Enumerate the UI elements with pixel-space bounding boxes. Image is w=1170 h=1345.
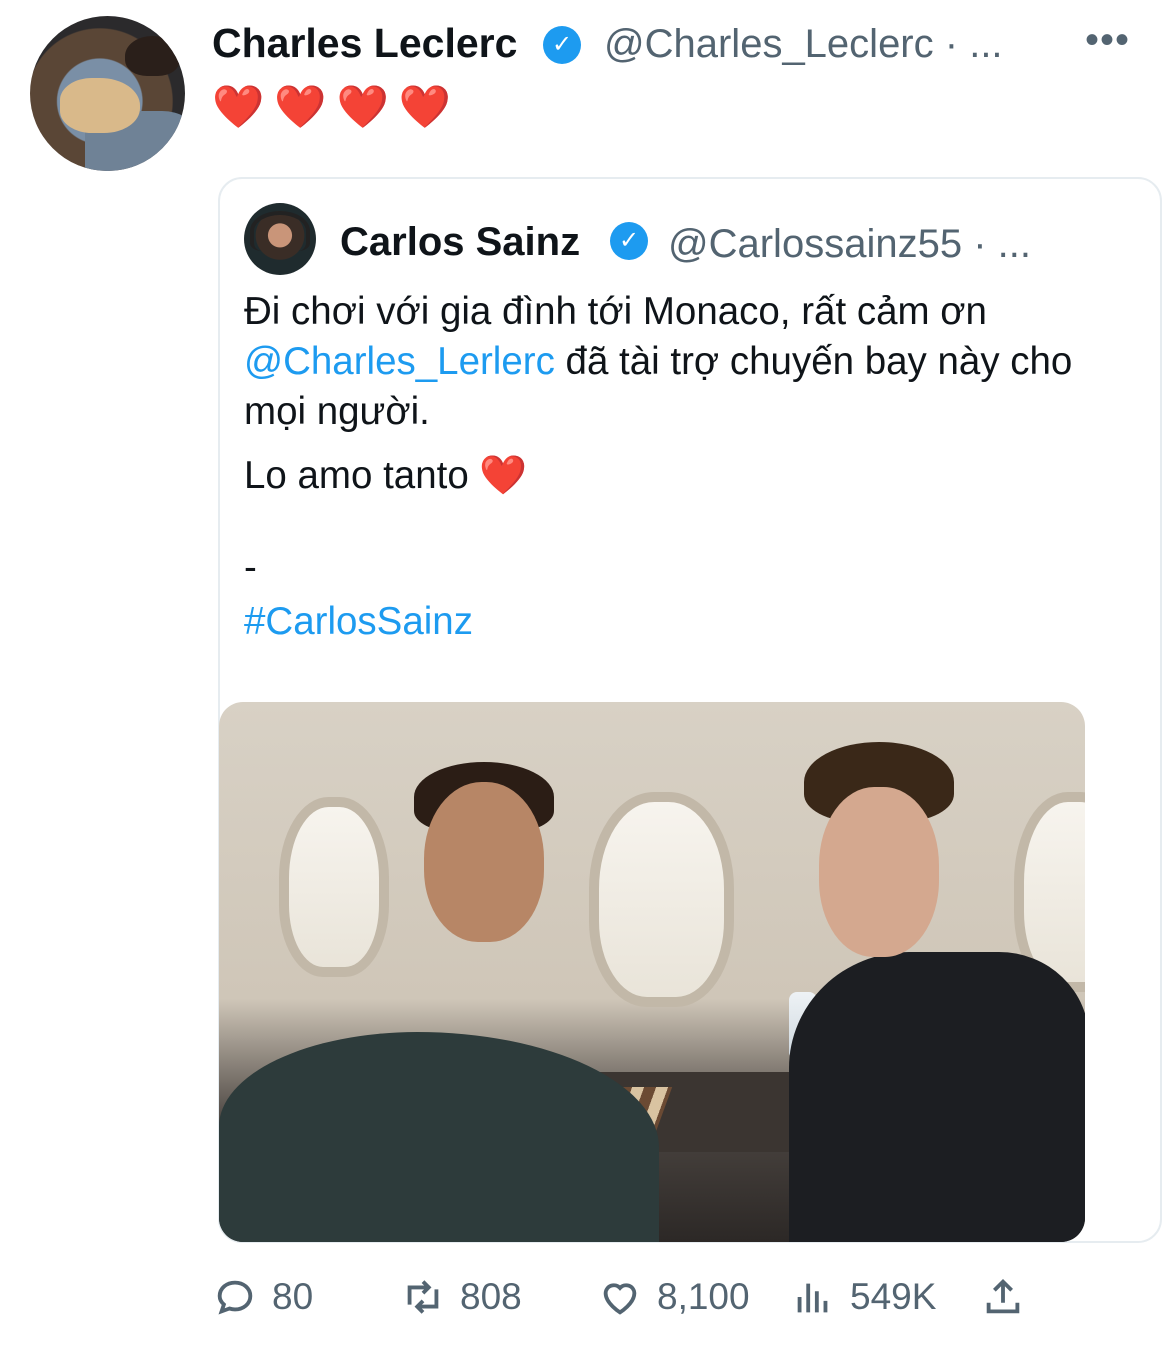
quoted-time-separator: · ...: [973, 222, 1031, 266]
author-handle[interactable]: @Charles_Leclerc: [604, 22, 934, 66]
share-button[interactable]: [980, 1274, 1026, 1320]
author-handle-line[interactable]: @Charles_Leclerc · ...: [604, 22, 1003, 67]
time-separator: · ...: [944, 22, 1003, 66]
photo-person-left-head: [424, 782, 544, 942]
author-avatar[interactable]: [30, 16, 185, 171]
views-button[interactable]: 549K: [790, 1274, 936, 1320]
retweet-count: 808: [460, 1276, 522, 1317]
quoted-text-part: Đi chơi với gia đình tới Monaco, rất cảm…: [244, 290, 987, 333]
reply-count: 80: [272, 1276, 314, 1317]
quoted-dash: -: [244, 546, 257, 589]
avatar-dog: [60, 78, 140, 133]
quoted-handle-line[interactable]: @Carlossainz55 · ...: [668, 222, 1031, 267]
quoted-paragraph-2: Lo amo tanto ❤️: [244, 454, 528, 497]
quoted-author-name[interactable]: Carlos Sainz: [340, 220, 580, 265]
reply-icon: [217, 1280, 253, 1315]
quoted-author-handle[interactable]: @Carlossainz55: [668, 222, 962, 266]
quoted-tweet-text: Đi chơi với gia đình tới Monaco, rất cảm…: [244, 287, 1124, 661]
mention-link[interactable]: @Charles_Lerlerc: [244, 340, 555, 383]
views-count: 549K: [850, 1276, 937, 1317]
tweet-text: ❤️❤️❤️❤️: [212, 83, 462, 130]
quoted-paragraph-1: Đi chơi với gia đình tới Monaco, rất cảm…: [244, 287, 1124, 437]
photo-person-right-head: [819, 787, 939, 957]
photo-person-left-body: [219, 1032, 659, 1242]
share-icon: [986, 1278, 1020, 1314]
quoted-verified-badge-icon: ✓: [610, 222, 648, 260]
retweet-icon: [407, 1280, 439, 1314]
more-options-icon[interactable]: •••: [1085, 18, 1130, 63]
quoted-tweet-photo[interactable]: [219, 702, 1085, 1242]
views-chart-icon: [797, 1283, 828, 1313]
quoted-author-avatar[interactable]: [244, 203, 316, 275]
avatar-headset: [250, 211, 310, 251]
hashtag-link[interactable]: #CarlosSainz: [244, 597, 1124, 647]
heart-icon: [603, 1283, 637, 1315]
avatar-hair: [125, 36, 180, 76]
retweet-button[interactable]: 808: [400, 1274, 522, 1320]
photo-person-right-body: [789, 952, 1085, 1242]
verified-badge-icon: ✓: [543, 26, 581, 64]
like-count: 8,100: [657, 1276, 750, 1317]
photo-window: [589, 792, 734, 1007]
author-name[interactable]: Charles Leclerc: [212, 20, 517, 67]
reply-button[interactable]: 80: [212, 1274, 313, 1320]
like-button[interactable]: 8,100: [597, 1274, 750, 1320]
photo-window: [279, 797, 389, 977]
